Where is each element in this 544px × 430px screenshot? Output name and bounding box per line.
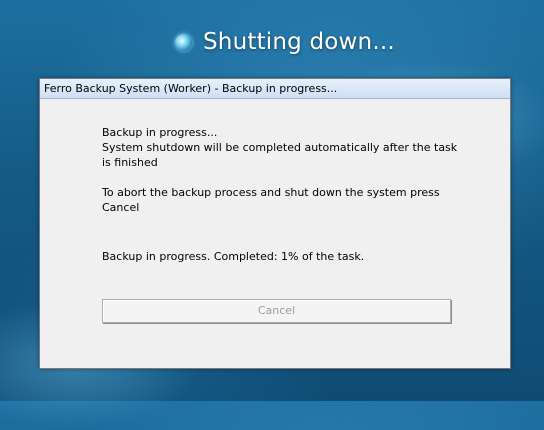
message-line-1: Backup in progress... xyxy=(102,126,218,139)
shutdown-status-text: Shutting down... xyxy=(203,29,395,55)
shutdown-header: Shutting down... xyxy=(175,28,395,56)
cancel-button[interactable]: Cancel xyxy=(102,299,451,323)
busy-spinner-icon xyxy=(175,33,192,51)
message-line-3: is finished xyxy=(102,156,158,169)
message-line-5: Cancel xyxy=(102,201,140,214)
backup-dialog: Ferro Backup System (Worker) - Backup in… xyxy=(39,78,511,369)
progress-status-text: Backup in progress. Completed: 1% of the… xyxy=(102,250,365,263)
message-line-2: System shutdown will be completed automa… xyxy=(102,141,458,154)
dialog-title: Ferro Backup System (Worker) - Backup in… xyxy=(40,79,510,99)
message-line-4: To abort the backup process and shut dow… xyxy=(102,186,440,199)
